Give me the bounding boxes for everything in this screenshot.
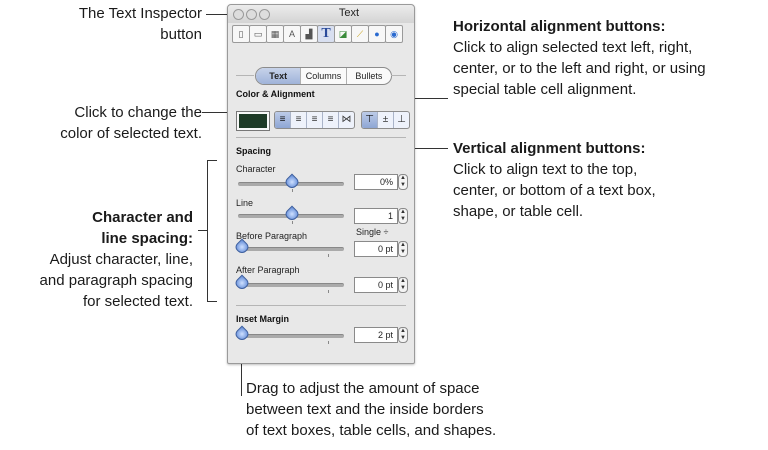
before-paragraph-field[interactable]: 0 pt xyxy=(354,241,398,257)
before-paragraph-label: Before Paragraph xyxy=(236,231,308,241)
tab-columns[interactable]: Columns xyxy=(301,68,347,84)
quicktime-icon[interactable]: ◉ xyxy=(385,25,403,43)
text-inspector-panel: Text ▯ ▭ ▦ A ▟ T ◪ ⟋ ● ◉ Text Columns Bu… xyxy=(227,4,415,364)
align-bottom-button[interactable]: ⊥ xyxy=(394,112,409,128)
after-paragraph-slider-knob[interactable] xyxy=(233,274,251,292)
align-decimal-button[interactable]: ⋈ xyxy=(339,112,354,128)
layout-icon[interactable]: ▭ xyxy=(249,25,267,43)
close-button[interactable] xyxy=(233,9,244,20)
inset-margin-slider-track[interactable] xyxy=(238,334,344,338)
after-paragraph-stepper[interactable]: ▲ ▼ xyxy=(398,277,408,293)
character-label: Character xyxy=(236,164,276,174)
horizontal-alignment-annotation: Horizontal alignment buttons: Click to a… xyxy=(453,18,706,98)
line-label: Line xyxy=(236,198,254,208)
ruler-icon[interactable]: ⟋ xyxy=(351,25,369,43)
before-paragraph-stepper[interactable]: ▲ ▼ xyxy=(398,241,408,257)
ai-icon[interactable]: A xyxy=(283,25,301,43)
spacing-label: Spacing xyxy=(236,146,272,156)
after-paragraph-field[interactable]: 0 pt xyxy=(354,277,398,293)
text-icon[interactable]: T xyxy=(317,25,335,43)
character-slider-knob[interactable] xyxy=(283,173,301,191)
line-stepper[interactable]: ▲ ▼ xyxy=(398,208,408,224)
inset-margin-label: Inset Margin xyxy=(236,314,290,324)
vertical-alignment-group: ⊤ ± ⊥ xyxy=(361,111,410,129)
spacing-annotation: Character and line spacing: Adjust chara… xyxy=(39,209,193,310)
align-right-button[interactable]: ≡ xyxy=(307,112,323,128)
align-left-button[interactable]: ≡ xyxy=(275,112,291,128)
inset-margin-stepper[interactable]: ▲ ▼ xyxy=(398,327,408,343)
line-mode-select[interactable]: Single ÷ xyxy=(356,227,388,237)
tab-bullets[interactable]: Bullets xyxy=(347,68,391,84)
inspector-button-annotation: The Text Inspector button xyxy=(78,5,202,43)
align-center-button[interactable]: ≡ xyxy=(291,112,307,128)
align-top-button[interactable]: ⊤ xyxy=(362,112,378,128)
before-paragraph-slider-knob[interactable] xyxy=(233,238,251,256)
link-icon[interactable]: ● xyxy=(368,25,386,43)
table-icon[interactable]: ▦ xyxy=(266,25,284,43)
tab-text[interactable]: Text xyxy=(256,68,302,84)
after-paragraph-slider-track[interactable] xyxy=(238,283,344,287)
chart-icon[interactable]: ▟ xyxy=(300,25,318,43)
title-bar[interactable]: Text xyxy=(228,5,414,23)
horizontal-alignment-group: ≡ ≡ ≡ ≡ ⋈ xyxy=(274,111,355,129)
align-middle-button[interactable]: ± xyxy=(378,112,394,128)
graphic-icon[interactable]: ◪ xyxy=(334,25,352,43)
color-alignment-label: Color & Alignment xyxy=(236,89,315,99)
line-field[interactable]: 1 xyxy=(354,208,398,224)
window-title: Text xyxy=(338,7,360,19)
inset-margin-slider-knob[interactable] xyxy=(233,325,251,343)
line-slider-knob[interactable] xyxy=(283,205,301,223)
document-icon[interactable]: ▯ xyxy=(232,25,250,43)
inspector-toolbar: ▯ ▭ ▦ A ▟ T ◪ ⟋ ● ◉ xyxy=(232,25,410,43)
character-stepper[interactable]: ▲ ▼ xyxy=(398,174,408,190)
text-color-well[interactable] xyxy=(236,111,270,131)
inset-margin-field[interactable]: 2 pt xyxy=(354,327,398,343)
character-field[interactable]: 0% xyxy=(354,174,398,190)
vertical-alignment-annotation: Vertical alignment buttons: Click to ali… xyxy=(453,140,656,220)
inset-margin-annotation: Drag to adjust the amount of space betwe… xyxy=(246,380,497,439)
before-paragraph-slider-track[interactable] xyxy=(238,247,344,251)
after-paragraph-label: After Paragraph xyxy=(236,265,300,275)
color-annotation: Click to change the color of selected te… xyxy=(60,104,202,142)
align-justify-button[interactable]: ≡ xyxy=(323,112,339,128)
inspector-tabs: Text Columns Bullets xyxy=(255,67,392,85)
